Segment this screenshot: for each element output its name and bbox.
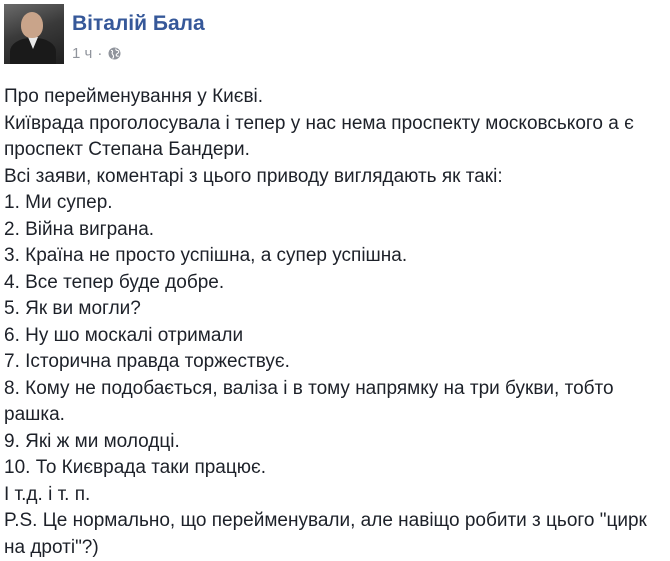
post-header: Віталій Бала 1 ч · [4, 4, 664, 70]
post-line: Про перейменування у Києві. [4, 86, 264, 107]
post-line: 9. Які ж ми молодці. [4, 430, 180, 452]
author-avatar[interactable] [4, 4, 64, 64]
avatar-figure-head [21, 12, 43, 38]
post-line: 5. Як ви могли? [4, 298, 141, 319]
post-line: 2. Війна виграна. [4, 218, 155, 240]
facebook-post: Віталій Бала 1 ч · Про перейменування у … [0, 0, 670, 558]
post-line: 10. То Києврада таки працює. [4, 457, 266, 478]
post-line: 1. Ми супер. [4, 192, 113, 213]
post-line: 4. Все тепер буде добре. [4, 271, 225, 293]
post-line: Всі заяви, коментарі з цього приводу виг… [4, 165, 503, 187]
author-name-link[interactable]: Віталій Бала [72, 12, 205, 36]
globe-icon[interactable] [108, 47, 121, 60]
post-line: І т.д. і т. п. [4, 483, 91, 505]
meta-separator: · [97, 45, 103, 62]
post-body: Про перейменування у Києві. Київрада про… [4, 84, 668, 561]
post-line: 7. Історична правда торжествує. [4, 351, 290, 372]
post-line: 6. Ну шо москалі отримали [4, 324, 244, 346]
post-meta: 1 ч · [72, 45, 121, 62]
post-timestamp[interactable]: 1 ч [72, 45, 92, 62]
post-line: 8. Кому не подобається, валіза і в тому … [4, 377, 614, 426]
post-line: P.S. Це нормально, що перейменували, але… [4, 510, 647, 558]
post-line: 3. Країна не просто успішна, а супер усп… [4, 245, 408, 266]
post-line: Київрада проголосувала і тепер у нас нем… [4, 112, 634, 161]
